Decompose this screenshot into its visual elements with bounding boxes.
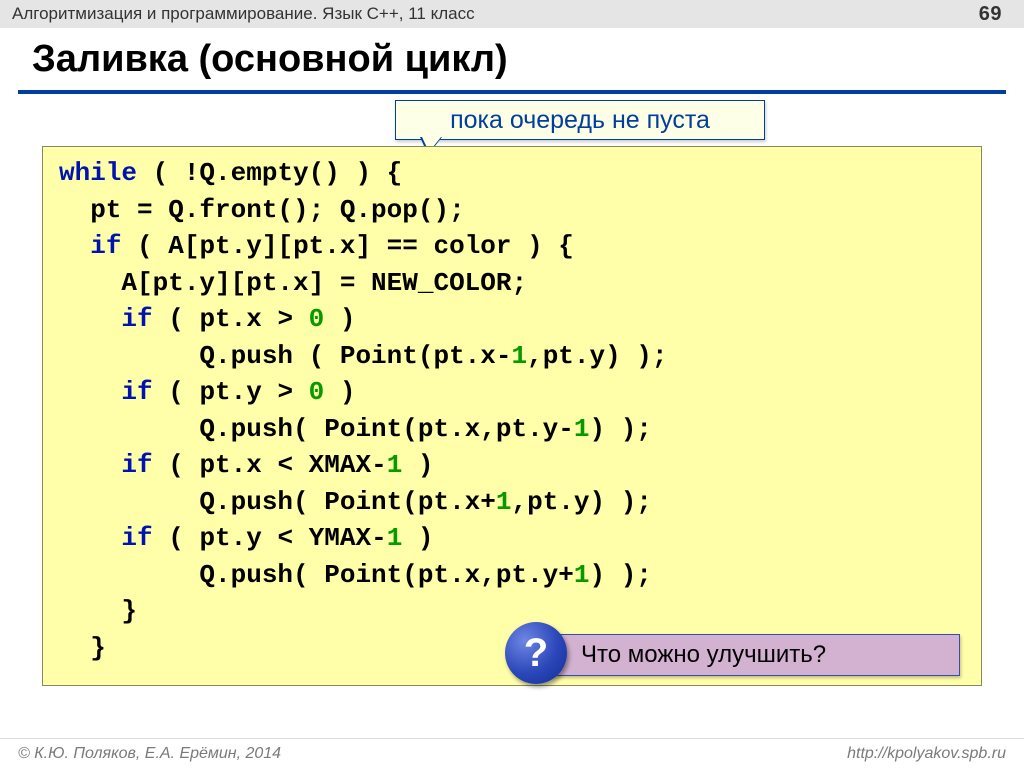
kw-if: if [121,523,152,553]
kw-while: while [59,158,137,188]
copyright: © К.Ю. Поляков, Е.А. Ерёмин, 2014 [18,745,281,763]
slide-title: Заливка (основной цикл) [32,38,508,81]
slide: Алгоритмизация и программирование. Язык … [0,0,1024,768]
num-one: 1 [511,341,527,371]
kw-if: if [121,377,152,407]
num-one: 1 [574,414,590,444]
question-text: Что можно улучшить? [581,641,826,669]
queue-callout: пока очередь не пуста [395,100,765,140]
subject-label: Алгоритмизация и программирование. Язык … [12,4,475,24]
num-one: 1 [387,523,403,553]
code-listing: while ( !Q.empty() ) { pt = Q.front(); Q… [59,155,965,666]
num-one: 1 [496,487,512,517]
footer-url: http://kpolyakov.spb.ru [847,745,1006,763]
title-rule [18,90,1006,94]
kw-if: if [121,450,152,480]
num-zero: 0 [309,377,325,407]
code-box: while ( !Q.empty() ) { pt = Q.front(); Q… [42,146,982,686]
question-mark-icon: ? [505,622,567,684]
kw-if: if [121,304,152,334]
footer: © К.Ю. Поляков, Е.А. Ерёмин, 2014 http:/… [0,738,1024,768]
num-one: 1 [574,560,590,590]
num-one: 1 [387,450,403,480]
kw-if: if [90,231,121,261]
question-callout: Что можно улучшить? [530,634,960,676]
top-bar: Алгоритмизация и программирование. Язык … [0,0,1024,28]
num-zero: 0 [309,304,325,334]
page-number: 69 [979,3,1002,26]
